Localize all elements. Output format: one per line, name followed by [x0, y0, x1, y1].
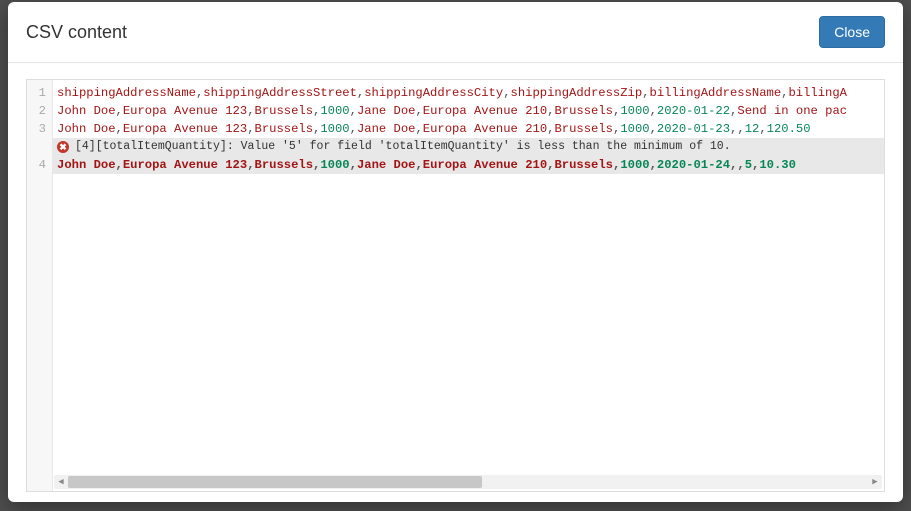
error-message: [4][totalItemQuantity]: Value '5' for fi… — [75, 138, 731, 156]
validation-error-annotation: ✖ [4][totalItemQuantity]: Value '5' for f… — [53, 138, 884, 156]
gutter-line-number: 1 — [27, 84, 52, 102]
gutter-line-number: 4 — [27, 156, 52, 174]
code-line[interactable]: shippingAddressName,shippingAddressStree… — [53, 84, 884, 102]
gutter-spacer — [27, 138, 52, 156]
hscroll-thumb[interactable] — [68, 476, 482, 488]
error-icon: ✖ — [57, 141, 69, 153]
code-line[interactable]: John Doe,Europa Avenue 123,Brussels,1000… — [53, 156, 884, 174]
editor-code-area[interactable]: shippingAddressName,shippingAddressStree… — [53, 80, 884, 491]
gutter-line-number: 3 — [27, 120, 52, 138]
modal-title: CSV content — [26, 22, 127, 43]
editor-gutter: 123 4 — [27, 80, 53, 491]
modal-header: CSV content Close — [8, 2, 903, 63]
modal-body: 123 4 shippingAddressName,shippingAddress… — [8, 63, 903, 502]
close-button[interactable]: Close — [819, 16, 885, 48]
hscroll-right-button[interactable]: ▶ — [868, 475, 882, 489]
csv-content-modal: CSV content Close 123 4 shippingAddressNa… — [8, 2, 903, 502]
hscroll-left-button[interactable]: ◀ — [54, 475, 68, 489]
gutter-line-number: 2 — [27, 102, 52, 120]
csv-editor[interactable]: 123 4 shippingAddressName,shippingAddress… — [26, 79, 885, 492]
horizontal-scrollbar[interactable]: ◀ ▶ — [54, 475, 882, 489]
code-line[interactable]: John Doe,Europa Avenue 123,Brussels,1000… — [53, 102, 884, 120]
code-line[interactable]: John Doe,Europa Avenue 123,Brussels,1000… — [53, 120, 884, 138]
hscroll-track: ◀ ▶ — [54, 475, 882, 489]
